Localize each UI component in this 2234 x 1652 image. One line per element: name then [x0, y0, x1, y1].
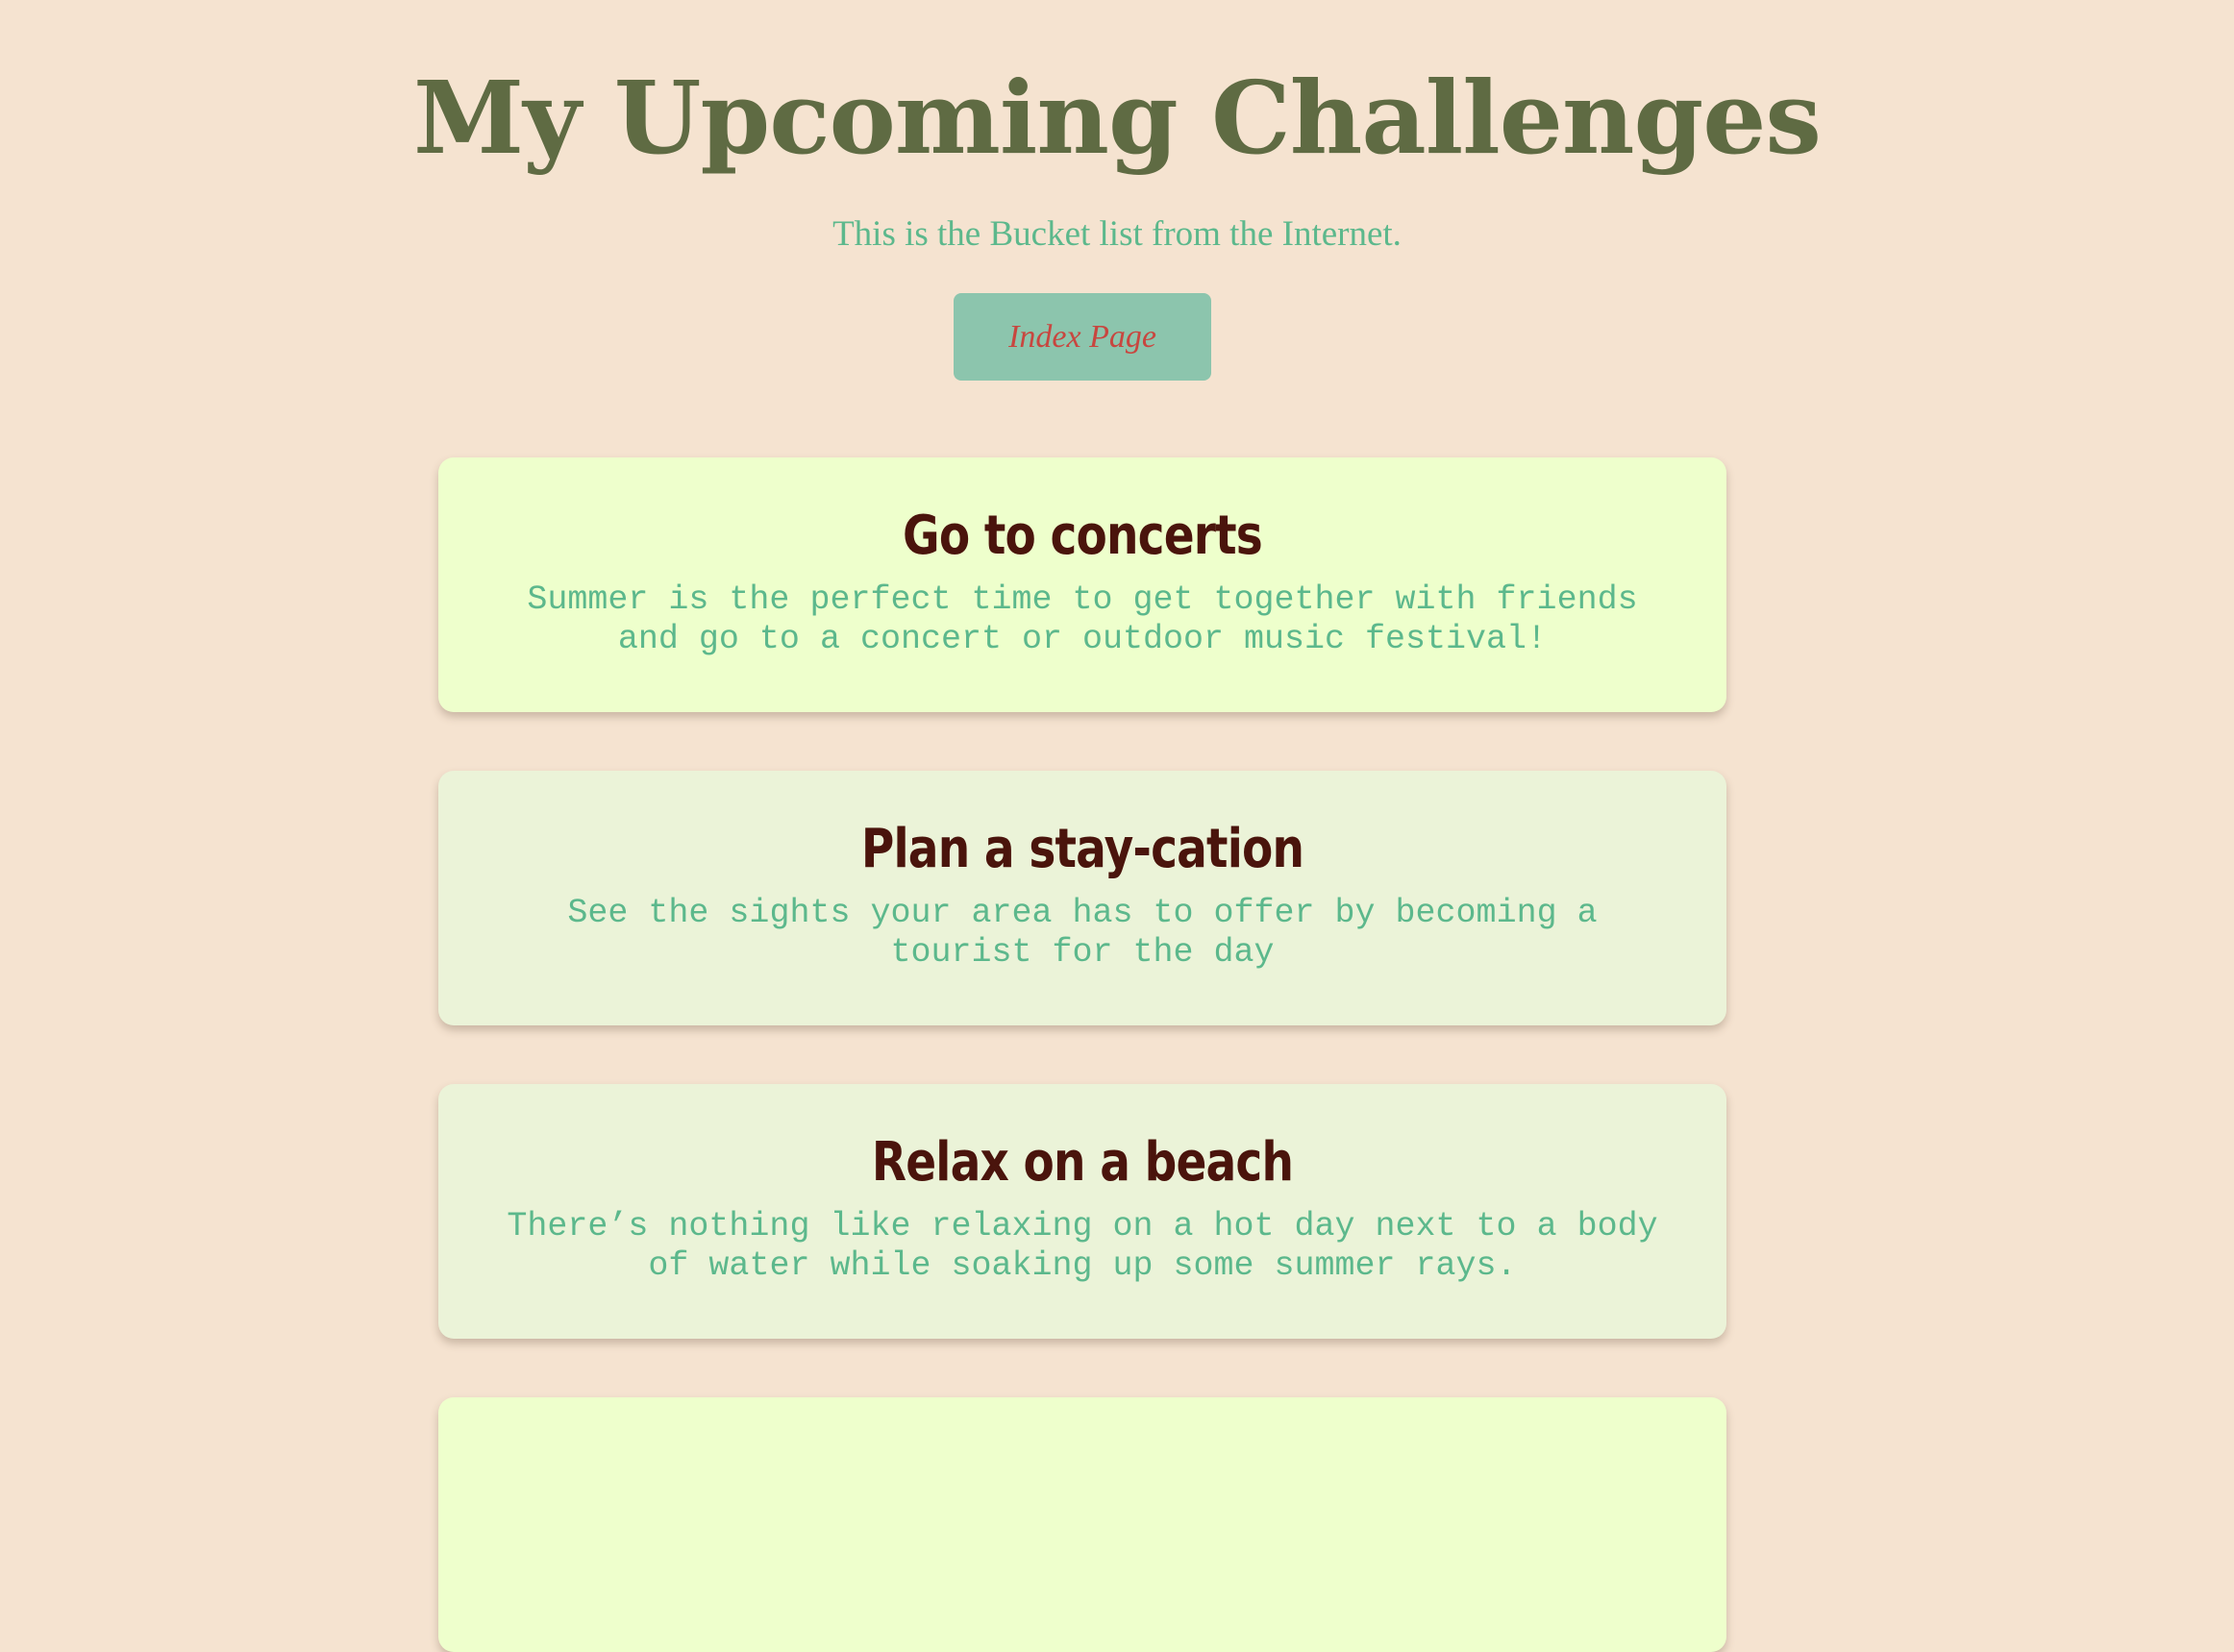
challenge-description: See the sights your area has to offer by…: [567, 894, 1598, 972]
challenge-title: Go to concerts: [903, 505, 1263, 567]
challenge-card-partial: [438, 1397, 1726, 1652]
page: My Upcoming Challenges This is the Bucke…: [0, 0, 2234, 1652]
challenge-card: Go to concerts Summer is the perfect tim…: [438, 457, 1726, 712]
challenge-description: Summer is the perfect time to get togeth…: [527, 580, 1638, 658]
challenge-description: There’s nothing like relaxing on a hot d…: [507, 1207, 1658, 1285]
challenge-card: Plan a stay-cation See the sights your a…: [438, 771, 1726, 1025]
index-page-button[interactable]: Index Page: [954, 293, 1211, 381]
page-title: My Upcoming Challenges: [413, 59, 1822, 177]
challenge-title: Plan a stay-cation: [860, 818, 1304, 880]
challenge-title: Relax on a beach: [871, 1131, 1294, 1194]
page-subtitle: This is the Bucket list from the Interne…: [832, 214, 1402, 254]
challenge-card: Relax on a beach There’s nothing like re…: [438, 1084, 1726, 1339]
